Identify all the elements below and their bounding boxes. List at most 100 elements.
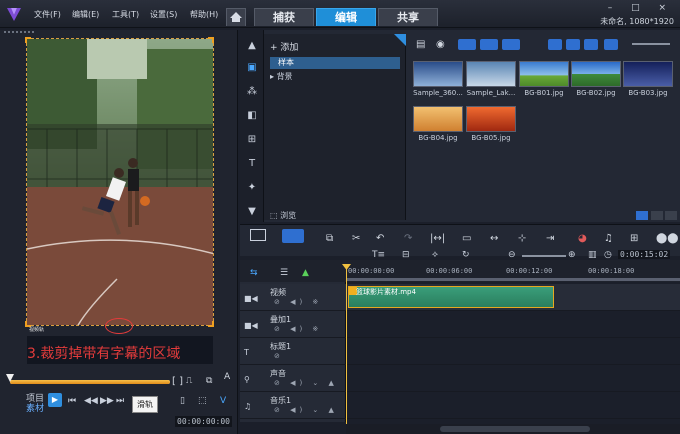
track-manager-icon[interactable]: ⇆ [250,268,258,278]
home-icon-button[interactable]: ⏮ [68,396,76,406]
mark-in-out-icon[interactable]: [ ] [172,376,183,387]
thumbnail-bg-b02[interactable] [571,61,621,87]
playhead[interactable] [346,266,347,424]
track-tools[interactable]: ⊘ ◀) ※ [274,325,322,333]
panel-view-button[interactable] [665,211,677,220]
image-icon[interactable]: ▭ [462,233,471,244]
track-tools[interactable]: ⊘ ◀) ⌄ ▲ [274,406,338,414]
menu-help[interactable]: 帮助(H) [190,9,218,20]
voice-track-icon[interactable]: ⚲ [244,375,250,384]
clock-icon[interactable]: ◷ [604,250,612,260]
timecode[interactable]: 00:00:00:00 [175,416,232,427]
audio-mix-icon[interactable]: ♫ [604,233,613,244]
menu-file[interactable]: 文件(F) [34,9,61,20]
split-clip-icon[interactable]: |↔| [430,233,445,244]
graphics-icon[interactable]: ⊞ [246,134,258,146]
subtitle-icon[interactable]: T≡ [372,250,385,260]
media-icon[interactable]: ▣ [246,62,258,74]
copy-icon[interactable]: ⧉ [206,376,212,386]
storyboard-view-button[interactable] [250,229,266,241]
options-button[interactable] [604,39,618,50]
transition-icon[interactable]: ⁂ [246,86,258,98]
tab-share[interactable]: 共享 [378,8,438,26]
undo-icon[interactable]: ↶ [376,233,384,244]
copy-clip-icon[interactable]: ⧉ [326,233,333,244]
title-track-icon[interactable]: T [244,348,249,357]
track-tools[interactable]: ⊘ ◀) ※ [274,298,322,306]
thumbnail-bg-b03[interactable] [623,61,673,87]
next-frame-icon[interactable]: ▶▶ [100,396,114,406]
thumbnail-sample-360[interactable] [413,61,463,87]
zoom-out-icon[interactable]: ⊖ [508,250,516,260]
thumbnail-sample-lake[interactable] [466,61,516,87]
overlay-track-icon[interactable]: ■◀ [244,321,258,330]
menu-settings[interactable]: 设置(S) [150,9,177,20]
track-motion-icon[interactable]: ⇥ [546,233,554,244]
tab-edit[interactable]: 编辑 [316,8,376,26]
sort-button[interactable] [584,39,598,50]
thumbnail-size-slider[interactable] [632,43,670,45]
title-icon[interactable]: T [246,158,258,170]
menu-tools[interactable]: 工具(T) [112,9,139,20]
preview-video[interactable] [26,38,214,326]
show-video-button[interactable] [458,39,476,50]
panel-view-button[interactable] [636,211,648,220]
fit-icon[interactable]: ↔ [490,233,498,244]
folder-item-background[interactable]: ▸ 背景 [270,71,293,82]
capture-icon[interactable]: ◉ [436,39,445,50]
zoom-slider[interactable] [522,255,566,257]
add-track-icon[interactable]: ▲ [302,268,309,278]
multi-cam-icon[interactable]: ⊞ [630,233,638,244]
instant-project-icon[interactable]: ◧ [246,110,258,122]
scroll-up-icon[interactable]: ▲ [246,40,258,52]
music-track-icon[interactable]: ♫ [244,402,251,411]
stabilize-icon[interactable]: ⊹ [518,233,526,244]
crop-corner-tl[interactable] [25,37,31,43]
fullscreen-icon[interactable]: ⬚ [198,396,207,406]
track-tools[interactable]: ⊘ [274,352,284,360]
timeline-view-button[interactable] [282,229,304,243]
show-audio-button[interactable] [502,39,520,50]
chapter-icon[interactable]: ☰ [280,268,288,278]
zoom-in-icon[interactable]: ⊕ [568,250,576,260]
thumbnail-view-button[interactable] [566,39,580,50]
menu-edit[interactable]: 编辑(E) [72,9,99,20]
dropdown-chevron-icon[interactable]: V [220,396,226,406]
crop-corner-br[interactable] [208,321,214,327]
grid-icon[interactable]: ⊟ [402,250,410,260]
split-icon[interactable]: ⎍ [186,376,192,386]
mode-clip[interactable]: 素材 [26,401,44,414]
ripple-icon[interactable]: ⟡ [432,250,438,260]
filter-icon[interactable]: ✦ [246,182,258,194]
volume-icon[interactable]: A [224,372,230,382]
scroll-down-icon[interactable]: ▼ [246,206,258,218]
time-ruler[interactable] [346,278,680,281]
folder-item-sample[interactable]: 样本 [270,57,400,69]
tab-capture[interactable]: 捕获 [254,8,314,26]
show-photo-button[interactable] [480,39,498,50]
fit-project-icon[interactable]: ▥ [588,250,597,260]
scrollbar-thumb[interactable] [440,426,590,432]
loop-icon[interactable]: ↻ [462,250,470,260]
zoom-timecode[interactable]: 0:00:15:02 [618,250,671,259]
redo-icon[interactable]: ↷ [404,233,412,244]
trim-range[interactable] [10,380,170,384]
track-tools[interactable]: ⊘ ◀) ⌄ ▲ [274,379,338,387]
end-icon[interactable]: ⏭ [116,396,124,406]
add-folder-button[interactable]: + 添加 [270,40,298,53]
browse-button[interactable]: ⬚ 浏览 [270,210,296,221]
color-icon[interactable]: ◕ [578,233,587,244]
crop-corner-tr[interactable] [208,37,214,43]
panel-view-button[interactable] [651,211,663,220]
scissors-icon[interactable]: ✂ [352,233,360,244]
thumbnail-bg-b04[interactable] [413,106,463,132]
device-icon[interactable]: ▯ [180,396,185,406]
import-folder-icon[interactable]: ▤ [416,39,425,50]
list-view-button[interactable] [548,39,562,50]
thumbnail-bg-b05[interactable] [466,106,516,132]
prev-frame-icon[interactable]: ◀◀ [84,396,98,406]
window-controls[interactable]: – □ × [608,3,674,13]
thumbnail-bg-b01[interactable] [519,61,569,87]
play-button[interactable]: ▶ [48,393,62,407]
home-tab[interactable] [226,8,246,26]
